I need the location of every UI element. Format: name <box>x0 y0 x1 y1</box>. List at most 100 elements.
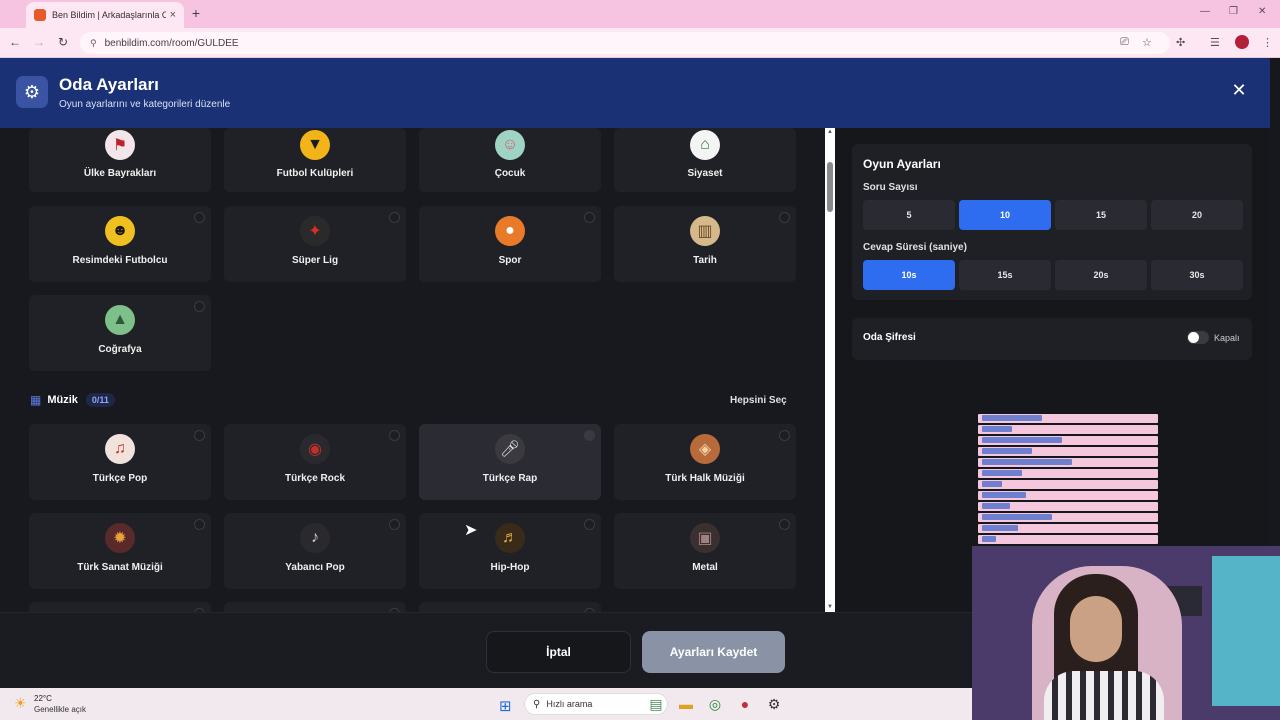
category-radio[interactable] <box>779 430 790 441</box>
minimize-icon[interactable]: — <box>1200 6 1210 17</box>
toggle-knob <box>1188 332 1199 343</box>
windows-taskbar: ☀ 22°C Genellikle açık ⊞ ⚲ Hızlı arama ▤… <box>0 688 972 720</box>
category-card-cocuk[interactable]: ☺ Çocuk <box>419 128 601 192</box>
cancel-button[interactable]: İptal <box>486 631 631 673</box>
category-card-resimdeki-futbolcu[interactable]: ☻ Resimdeki Futbolcu <box>29 206 211 282</box>
reading-list-icon[interactable]: ☰ <box>1210 36 1220 49</box>
taskbar-search-input[interactable]: ⚲ Hızlı arama <box>524 693 668 715</box>
category-card-ulke-bayraklari[interactable]: ⚑ Ülke Bayrakları <box>29 128 211 192</box>
settings-gear-icon[interactable]: ⚙ <box>766 696 782 713</box>
select-all-button[interactable]: Hepsini Seç <box>730 395 787 406</box>
category-card-turk-sanat-muzigi[interactable]: ✹ Türk Sanat Müziği <box>29 513 211 589</box>
category-card-partial[interactable] <box>419 602 601 612</box>
mountain-icon: ▲ <box>105 305 135 335</box>
forward-icon[interactable]: → <box>32 35 46 49</box>
category-card-futbol-kulupleri[interactable]: ▼ Futbol Kulüpleri <box>224 128 406 192</box>
url-text: benbildim.com/room/GULDEE <box>104 37 239 49</box>
question-count-option-20[interactable]: 20 <box>1151 200 1243 230</box>
taskbar-app-icon[interactable]: ▤ <box>648 696 664 713</box>
category-label: Hip-Hop <box>490 562 530 573</box>
scrollbar-thumb[interactable] <box>827 162 833 212</box>
microphone-icon: 🎤︎ <box>495 434 525 464</box>
category-radio[interactable] <box>779 519 790 530</box>
cast-icon[interactable]: ⎚ <box>1120 36 1129 49</box>
mouse-cursor-icon: ➤ <box>464 522 478 539</box>
question-count-option-15[interactable]: 15 <box>1055 200 1147 230</box>
window-close-icon[interactable]: ✕ <box>1258 6 1266 17</box>
room-password-toggle[interactable] <box>1187 331 1209 344</box>
category-card-turkce-rock[interactable]: ◉ Türkçe Rock <box>224 424 406 500</box>
save-settings-button[interactable]: Ayarları Kaydet <box>642 631 785 673</box>
stream-chat-overlay <box>978 414 1158 546</box>
category-card-tarih[interactable]: ▥ Tarih <box>614 206 796 282</box>
category-radio[interactable] <box>389 212 400 223</box>
category-label: Resimdeki Futbolcu <box>72 255 168 266</box>
category-radio[interactable] <box>194 519 205 530</box>
address-bar-row: ← → ↻ ⚲ benbildim.com/room/GULDEE ⎚ ☆ ✣ … <box>0 28 1280 58</box>
modal-footer: İptal Ayarları Kaydet <box>0 612 972 688</box>
category-card-turkce-rap[interactable]: 🎤︎ Türkçe Rap <box>419 424 601 500</box>
tab-close-icon[interactable]: × <box>170 9 176 21</box>
site-favicon-icon <box>34 9 46 21</box>
category-label: Siyaset <box>687 168 723 179</box>
scroll-down-icon[interactable]: ▼ <box>825 604 835 610</box>
weather-sun-icon[interactable]: ☀ <box>14 695 27 712</box>
url-bar[interactable]: ⚲ benbildim.com/room/GULDEE <box>80 32 1170 54</box>
category-radio[interactable] <box>584 430 595 441</box>
category-radio[interactable] <box>194 212 205 223</box>
question-count-option-5[interactable]: 5 <box>863 200 955 230</box>
question-count-option-10[interactable]: 10 <box>959 200 1051 230</box>
back-icon[interactable]: ← <box>8 35 22 49</box>
category-card-metal[interactable]: ▣ Metal <box>614 513 796 589</box>
extensions-icon[interactable]: ✣ <box>1176 36 1185 49</box>
browser-tab[interactable]: Ben Bildim | Arkadaşlarınla Or... × <box>26 2 184 28</box>
category-card-yabanci-pop[interactable]: ♪ Yabancı Pop <box>224 513 406 589</box>
game-settings-card: Oyun Ayarları Soru Sayısı 5 10 15 20 Cev… <box>852 144 1252 300</box>
site-info-icon[interactable]: ⚲ <box>90 38 97 49</box>
bookmark-star-icon[interactable]: ☆ <box>1142 36 1152 49</box>
category-radio[interactable] <box>779 212 790 223</box>
category-card-siyaset[interactable]: ⌂ Siyaset <box>614 128 796 192</box>
modal-close-button[interactable]: ✕ <box>1229 80 1249 101</box>
chrome-icon[interactable]: ◎ <box>707 696 723 713</box>
room-password-label: Oda Şifresi <box>863 332 916 343</box>
category-label: Spor <box>498 255 522 266</box>
category-label: Ülke Bayrakları <box>83 168 157 179</box>
category-card-cografya[interactable]: ▲ Coğrafya <box>29 295 211 371</box>
browser-menu-icon[interactable]: ⋮ <box>1262 36 1273 49</box>
answer-time-option-15s[interactable]: 15s <box>959 260 1051 290</box>
category-radio[interactable] <box>389 519 400 530</box>
category-radio[interactable] <box>194 430 205 441</box>
category-scrollbar[interactable]: ▲ ▼ <box>825 128 835 612</box>
vinyl-icon: ◉ <box>300 434 330 464</box>
answer-time-option-30s[interactable]: 30s <box>1151 260 1243 290</box>
reload-icon[interactable]: ↻ <box>56 35 70 49</box>
search-icon: ⚲ <box>533 698 541 710</box>
taskbar-app-icon[interactable]: ● <box>737 696 753 712</box>
guitar-icon: ♪ <box>300 523 330 553</box>
league-icon: ✦ <box>300 216 330 246</box>
category-card-turk-halk-muzigi[interactable]: ◈ Türk Halk Müziği <box>614 424 796 500</box>
category-list[interactable]: ⚑ Ülke Bayrakları ▼ Futbol Kulüpleri ☺ Ç… <box>0 128 823 612</box>
category-card-super-lig[interactable]: ✦ Süper Lig <box>224 206 406 282</box>
answer-time-option-10s[interactable]: 10s <box>863 260 955 290</box>
category-radio[interactable] <box>194 301 205 312</box>
file-explorer-icon[interactable]: ▬ <box>678 696 694 712</box>
maximize-icon[interactable]: ❐ <box>1229 6 1238 17</box>
category-card-hip-hop[interactable]: ♬ Hip-Hop <box>419 513 601 589</box>
category-label: Çocuk <box>494 168 526 179</box>
windows-start-icon[interactable]: ⊞ <box>499 697 512 715</box>
webcam-overlay <box>972 546 1280 720</box>
category-card-spor[interactable]: ● Spor <box>419 206 601 282</box>
new-tab-button[interactable]: + <box>188 5 204 21</box>
category-card-turkce-pop[interactable]: ♫ Türkçe Pop <box>29 424 211 500</box>
category-radio[interactable] <box>584 212 595 223</box>
profile-avatar[interactable] <box>1235 35 1249 49</box>
category-card-partial[interactable] <box>29 602 211 612</box>
answer-time-option-20s[interactable]: 20s <box>1055 260 1147 290</box>
category-radio[interactable] <box>584 519 595 530</box>
scroll-up-icon[interactable]: ▲ <box>825 129 835 135</box>
category-label: Türkçe Pop <box>92 473 148 484</box>
category-card-partial[interactable] <box>224 602 406 612</box>
category-radio[interactable] <box>389 430 400 441</box>
